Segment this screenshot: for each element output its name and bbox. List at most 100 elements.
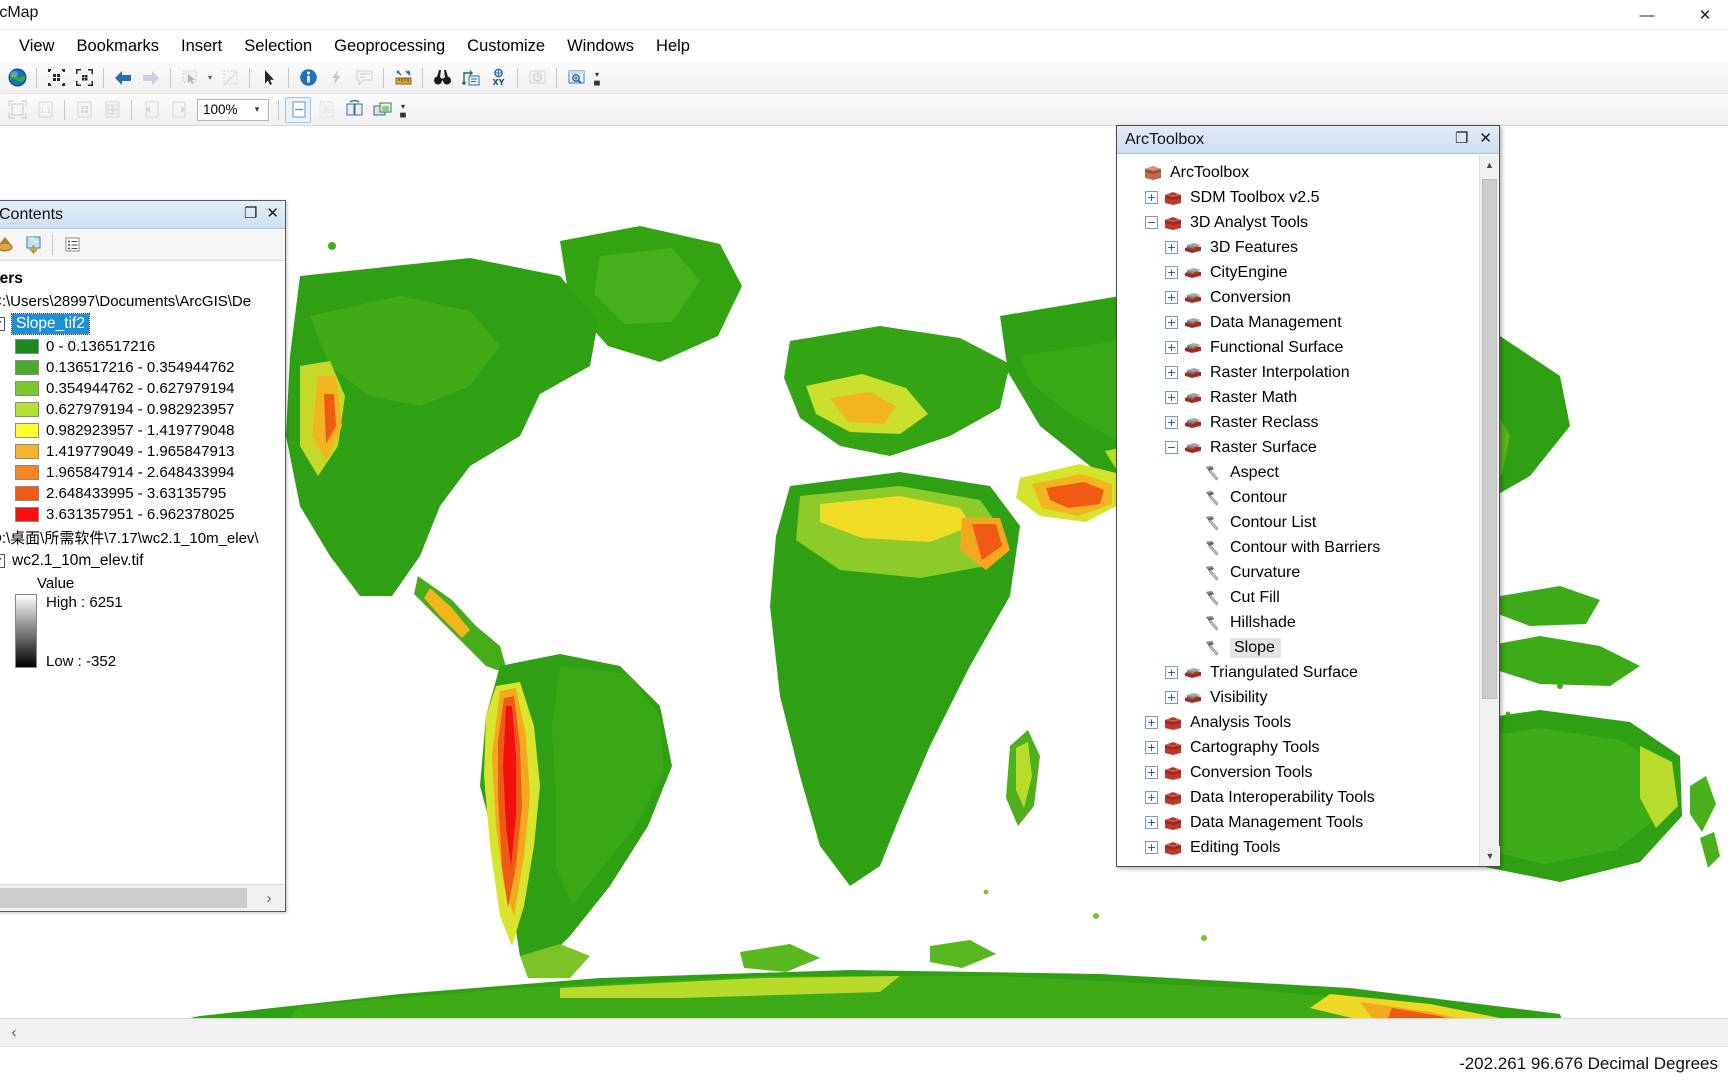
legend-item[interactable]: 1.965847914 - 2.648433994 [0,462,285,483]
expand-toggle-icon[interactable]: + [1165,366,1178,379]
globe-icon[interactable] [4,65,30,91]
toolbox-tree-item[interactable]: + Visibility [1121,685,1479,710]
menu-item-bookmarks[interactable]: Bookmarks [65,34,170,59]
toolbox-tree-item[interactable]: + Data Management [1121,310,1479,335]
toolbox-tree-item[interactable]: + Editing Tools [1121,835,1479,860]
chevron-down-icon[interactable]: ▾ [246,100,268,120]
contents-panel-titlebar[interactable]: Contents ❐ ✕ [0,201,285,229]
contents-close-button[interactable]: ✕ [266,204,279,224]
identify-icon[interactable] [295,65,321,91]
chevron-down-icon[interactable]: ▾ [204,65,216,91]
list-by-source-icon[interactable] [20,232,46,258]
contents-tree[interactable]: yers C:\Users\28997\Documents\ArcGIS\De … [0,262,285,883]
toolbox-tree-item[interactable]: + Conversion Tools [1121,760,1479,785]
find-route-icon[interactable] [457,65,483,91]
toc-layer-elev[interactable]: ✔ wc2.1_10m_elev.tif [0,550,285,572]
arctoolbox-maximize-button[interactable]: ❐ [1455,129,1468,149]
legend-swatch[interactable] [15,444,39,459]
zoom-in-full-icon[interactable] [71,65,97,91]
toolbox-tree-item[interactable]: + Raster Math [1121,385,1479,410]
legend-item[interactable]: 0.136517216 - 0.354944762 [0,357,285,378]
back-arrow-icon[interactable] [110,65,136,91]
forward-arrow-icon[interactable] [138,65,164,91]
toolbox-tree-item[interactable]: + Triangulated Surface [1121,660,1479,685]
window-minimize-button[interactable]: — [1624,0,1670,30]
focus-data-frame-icon[interactable] [313,97,339,123]
menu-item-geoprocessing[interactable]: Geoprocessing [323,34,456,59]
map-horizontal-scrollbar[interactable]: ‹ [0,1018,1728,1046]
menu-item-customize[interactable]: Customize [456,34,556,59]
data-driven-pages-icon[interactable] [369,97,395,123]
legend-item[interactable]: 0.354944762 - 0.627979194 [0,378,285,399]
hyperlink-icon[interactable] [323,65,349,91]
toolbox-tree-item[interactable]: ArcToolbox [1121,160,1479,185]
toolbox-tree-item[interactable]: + Functional Surface [1121,335,1479,360]
toolbox-tree-item[interactable]: + CityEngine [1121,260,1479,285]
toolbox-tree-item[interactable]: Slope [1121,635,1479,660]
arctoolbox-tree[interactable]: ArcToolbox + SDM Toolbox v2.5 − 3D Analyst T… [1117,155,1479,866]
zoom-whole-page-icon[interactable] [4,97,30,123]
scrollbar-thumb[interactable] [0,888,247,908]
toolbox-tree-item[interactable]: Contour [1121,485,1479,510]
arctoolbox-vertical-scrollbar[interactable]: ▲ ▼ [1479,155,1500,866]
go-back-extent-icon[interactable] [138,97,164,123]
legend-swatch[interactable] [15,507,39,522]
expand-toggle-icon[interactable]: + [1165,666,1178,679]
toc-layer-slope[interactable]: ✔ Slope_tif2 [0,312,285,336]
legend-item[interactable]: 0 - 0.136517216 [0,336,285,357]
layer-visibility-checkbox[interactable]: ✔ [0,317,5,331]
toolbox-tree-item[interactable]: Curvature [1121,560,1479,585]
contents-maximize-button[interactable]: ❐ [244,204,257,224]
scroll-right-arrow-icon[interactable]: › [257,887,281,909]
window-close-button[interactable]: ✕ [1682,0,1728,30]
change-layout-icon[interactable] [341,97,367,123]
legend-swatch[interactable] [15,423,39,438]
collapse-toggle-icon[interactable]: − [1165,441,1178,454]
collapse-toggle-icon[interactable]: − [1145,216,1158,229]
arctoolbox-close-button[interactable]: ✕ [1479,129,1492,149]
expand-toggle-icon[interactable]: + [1145,741,1158,754]
arctoolbox-titlebar[interactable]: ArcToolbox ❐ ✕ [1117,126,1499,154]
list-by-selection-icon[interactable] [59,232,85,258]
toolbar-overflow-icon[interactable]: ▾ ▄ [590,65,604,91]
go-forward-extent-icon[interactable] [166,97,192,123]
measure-icon[interactable] [390,65,416,91]
fixed-zoom-in-icon[interactable] [71,97,97,123]
toggle-draft-mode-icon[interactable] [285,96,311,123]
select-features-icon[interactable] [177,65,203,91]
contents-horizontal-scrollbar[interactable]: › [0,884,285,911]
legend-item[interactable]: 2.648433995 - 3.63135795 [0,483,285,504]
toolbox-tree-item[interactable]: + Analysis Tools [1121,710,1479,735]
scrollbar-thumb[interactable] [1482,179,1497,699]
find-icon[interactable] [429,65,455,91]
toolbox-tree-item[interactable]: Hillshade [1121,610,1479,635]
toolbox-tree-item[interactable]: Cut Fill [1121,585,1479,610]
layer-visibility-checkbox[interactable]: ✔ [0,554,5,568]
toolbar-overflow-icon[interactable]: ▾ ▄ [396,97,410,123]
toolbox-tree-item[interactable]: + SDM Toolbox v2.5 [1121,185,1479,210]
legend-item[interactable]: 0.627979194 - 0.982923957 [0,399,285,420]
expand-toggle-icon[interactable]: + [1165,416,1178,429]
menu-item-view[interactable]: View [8,34,65,59]
legend-swatch[interactable] [15,402,39,417]
legend-item[interactable]: 1.419779049 - 1.965847913 [0,441,285,462]
scroll-up-arrow-icon[interactable]: ▲ [1480,155,1499,175]
expand-toggle-icon[interactable]: + [1145,191,1158,204]
toolbox-tree-item[interactable]: + Raster Interpolation [1121,360,1479,385]
legend-item[interactable]: 0.982923957 - 1.419779048 [0,420,285,441]
toolbox-tree-item[interactable]: + Conversion [1121,285,1479,310]
zoom-out-full-icon[interactable] [43,65,69,91]
expand-toggle-icon[interactable]: + [1165,291,1178,304]
legend-item[interactable]: 3.631357951 - 6.962378025 [0,504,285,525]
html-popup-icon[interactable] [351,65,377,91]
expand-toggle-icon[interactable]: + [1145,716,1158,729]
toolbox-tree-item[interactable]: − 3D Analyst Tools [1121,210,1479,235]
legend-swatch[interactable] [15,339,39,354]
go-to-xy-icon[interactable]: XY [485,65,511,91]
zoom-100-icon[interactable]: 1:1 [32,97,58,123]
toc-layer-name[interactable]: wc2.1_10m_elev.tif [12,552,144,570]
time-slider-icon[interactable] [524,65,550,91]
menu-item-selection[interactable]: Selection [233,34,323,59]
expand-toggle-icon[interactable]: + [1165,266,1178,279]
menu-item-windows[interactable]: Windows [556,34,645,59]
